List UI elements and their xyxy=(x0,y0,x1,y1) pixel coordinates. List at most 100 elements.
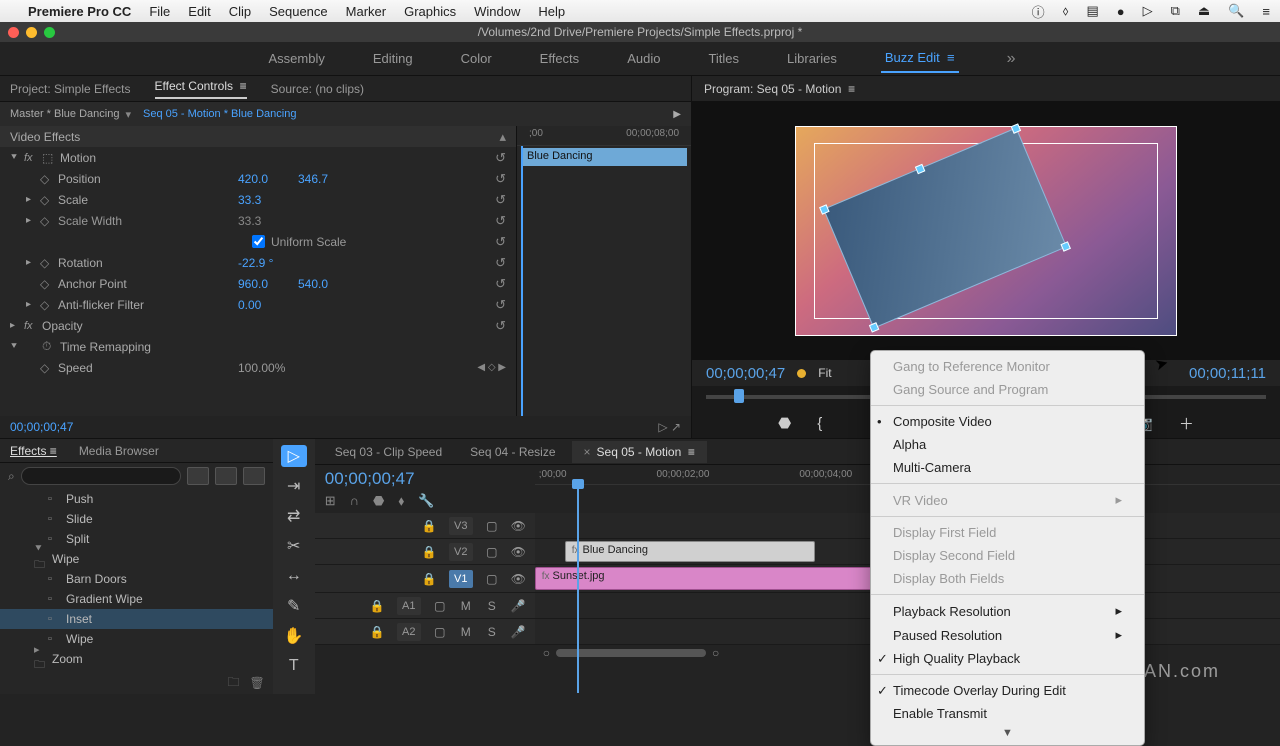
sync-lock-a1[interactable]: ▢ xyxy=(433,599,447,613)
timeline-tab-seq04[interactable]: Seq 04 - Resize xyxy=(458,441,567,463)
keyframe-toggle-speed[interactable]: ◇ xyxy=(40,361,58,375)
program-timecode-current[interactable]: 00;00;00;47 xyxy=(706,365,785,382)
uniform-scale-checkbox[interactable] xyxy=(252,235,265,248)
menu-item[interactable]: •Composite Video xyxy=(871,410,1144,433)
menu-item[interactable]: Paused Resolution▸ xyxy=(871,623,1144,647)
sync-lock-v3[interactable]: ▢ xyxy=(485,519,499,533)
motion-direct-icon[interactable]: ⬚ xyxy=(42,151,60,165)
slip-tool[interactable]: ↔ xyxy=(281,565,307,587)
keyframe-nav[interactable]: ◀ ◇ ▶ xyxy=(477,362,506,373)
zoom-fit[interactable]: Fit xyxy=(818,366,831,380)
button-editor-icon[interactable]: ＋ xyxy=(1179,413,1194,434)
razor-tool[interactable]: ✂ xyxy=(281,535,307,557)
timeline-tab-seq03[interactable]: Seq 03 - Clip Speed xyxy=(323,441,454,463)
collapse-icon[interactable]: ▴ xyxy=(499,129,506,145)
timeline-playhead[interactable] xyxy=(577,479,579,693)
rotation-val[interactable]: -22.9 ° xyxy=(238,256,298,270)
expand-opacity[interactable]: ▸ xyxy=(10,320,24,331)
yuv-filter-icon[interactable] xyxy=(243,467,265,485)
effects-folder[interactable]: ⯆ 🗀Wipe xyxy=(0,549,273,569)
track-v1[interactable]: V1 xyxy=(449,570,473,588)
dropbox-icon[interactable]: ⬨ xyxy=(1063,3,1069,19)
selection-tool[interactable]: ▷ xyxy=(281,445,307,467)
app-menu[interactable]: Premiere Pro CC xyxy=(28,4,131,19)
menu-graphics[interactable]: Graphics xyxy=(404,4,456,19)
reset-scale[interactable]: ↺ xyxy=(495,192,506,208)
mute-a1[interactable]: M xyxy=(459,599,473,613)
ec-playhead[interactable] xyxy=(521,146,523,416)
eject-icon[interactable]: ⏏ xyxy=(1198,3,1210,19)
linked-selection-icon[interactable]: ∩ xyxy=(350,493,359,509)
effects-folder[interactable]: ▸ 🗀Zoom xyxy=(0,649,273,669)
effects-preset[interactable]: ▫Inset xyxy=(0,609,273,629)
effects-preset[interactable]: ▫Gradient Wipe xyxy=(0,589,273,609)
program-viewport[interactable] xyxy=(692,102,1280,360)
sync-lock-v1[interactable]: ▢ xyxy=(485,572,499,586)
track-v3[interactable]: V3 xyxy=(449,517,473,535)
expand-time-remap[interactable]: ⯆ xyxy=(10,341,24,352)
fx-badge-icon[interactable]: fx xyxy=(24,152,42,164)
close-tab-icon[interactable]: × xyxy=(584,445,591,459)
airplay-icon[interactable]: ⧉ xyxy=(1171,3,1180,19)
keyframe-toggle-anchor[interactable]: ◇ xyxy=(40,277,58,291)
snap-icon[interactable]: ⊞ xyxy=(325,493,336,509)
menu-extras-icon[interactable]: ≡ xyxy=(1262,4,1270,19)
zoom-in-icon[interactable]: ○ xyxy=(712,646,719,660)
pen-tool[interactable]: ✎ xyxy=(281,595,307,617)
menu-file[interactable]: File xyxy=(149,4,170,19)
toggle-output-v1[interactable]: 👁 xyxy=(511,572,525,586)
expand-scale[interactable]: ▸ xyxy=(26,194,40,205)
keyframe-toggle-scale[interactable]: ◇ xyxy=(40,193,58,207)
lock-a1[interactable]: 🔒 xyxy=(370,599,385,613)
zoom-out-icon[interactable]: ○ xyxy=(543,646,550,660)
motion-label[interactable]: Motion xyxy=(60,151,240,165)
solo-a1[interactable]: S xyxy=(485,599,499,613)
new-bin-icon[interactable]: 🗀 xyxy=(227,673,239,694)
ec-clip-bar[interactable]: Blue Dancing xyxy=(521,148,687,166)
menu-sequence[interactable]: Sequence xyxy=(269,4,328,19)
accelerated-filter-icon[interactable] xyxy=(187,467,209,485)
workspace-titles[interactable]: Titles xyxy=(704,45,743,72)
menu-item[interactable]: Enable Transmit xyxy=(871,702,1144,725)
effect-controls-timeline[interactable]: ;0000;00;08;00 Blue Dancing xyxy=(516,126,691,416)
opacity-label[interactable]: Opacity xyxy=(42,319,222,333)
ec-timecode[interactable]: 00;00;00;47 xyxy=(10,420,73,434)
wrench-icon[interactable]: 🔧 xyxy=(418,493,434,509)
tab-source[interactable]: Source: (no clips) xyxy=(271,82,364,96)
reset-position[interactable]: ↺ xyxy=(495,171,506,187)
position-y[interactable]: 346.7 xyxy=(298,172,358,186)
track-select-tool[interactable]: ⇥ xyxy=(281,475,307,497)
voice-a1[interactable]: 🎤 xyxy=(511,599,525,613)
toggle-output-v3[interactable]: 👁 xyxy=(511,519,525,533)
keyframe-toggle-rotation[interactable]: ◇ xyxy=(40,256,58,270)
type-tool[interactable]: T xyxy=(281,655,307,677)
toggle-output-v2[interactable]: 👁 xyxy=(511,545,525,559)
time-remap-label[interactable]: Time Remapping xyxy=(60,340,240,354)
effects-tree[interactable]: ▫Push▫Slide▫Split⯆ 🗀Wipe▫Barn Doors▫Grad… xyxy=(0,489,273,672)
anchor-x[interactable]: 960.0 xyxy=(238,277,298,291)
lock-v3[interactable]: 🔒 xyxy=(422,519,437,533)
menu-item[interactable]: ✓High Quality Playback xyxy=(871,647,1144,670)
track-a2[interactable]: A2 xyxy=(397,623,421,641)
time-remap-icon[interactable]: ⏱ xyxy=(42,339,60,354)
lock-v2[interactable]: 🔒 xyxy=(422,545,437,559)
hand-tool[interactable]: ✋ xyxy=(281,625,307,647)
reset-anchor[interactable]: ↺ xyxy=(495,276,506,292)
reset-rotation[interactable]: ↺ xyxy=(495,255,506,271)
workspace-editing[interactable]: Editing xyxy=(369,45,417,72)
workspace-color[interactable]: Color xyxy=(457,45,496,72)
tab-media-browser[interactable]: Media Browser xyxy=(79,444,159,458)
menu-marker[interactable]: Marker xyxy=(346,4,386,19)
solo-a2[interactable]: S xyxy=(485,625,499,639)
menu-item[interactable]: Multi-Camera xyxy=(871,456,1144,479)
fx-badge-opacity[interactable]: fx xyxy=(24,320,42,332)
anchor-y[interactable]: 540.0 xyxy=(298,277,358,291)
workspace-overflow-icon[interactable]: » xyxy=(1007,50,1016,68)
expand-rotation[interactable]: ▸ xyxy=(26,257,40,268)
tab-project[interactable]: Project: Simple Effects xyxy=(10,82,131,96)
clip-blue-dancing[interactable]: fxBlue Dancing xyxy=(565,541,815,562)
delete-icon[interactable]: 🗑 xyxy=(250,676,265,690)
scale-val[interactable]: 33.3 xyxy=(238,193,298,207)
menu-help[interactable]: Help xyxy=(538,4,565,19)
display-icon[interactable]: ▤ xyxy=(1086,3,1098,19)
